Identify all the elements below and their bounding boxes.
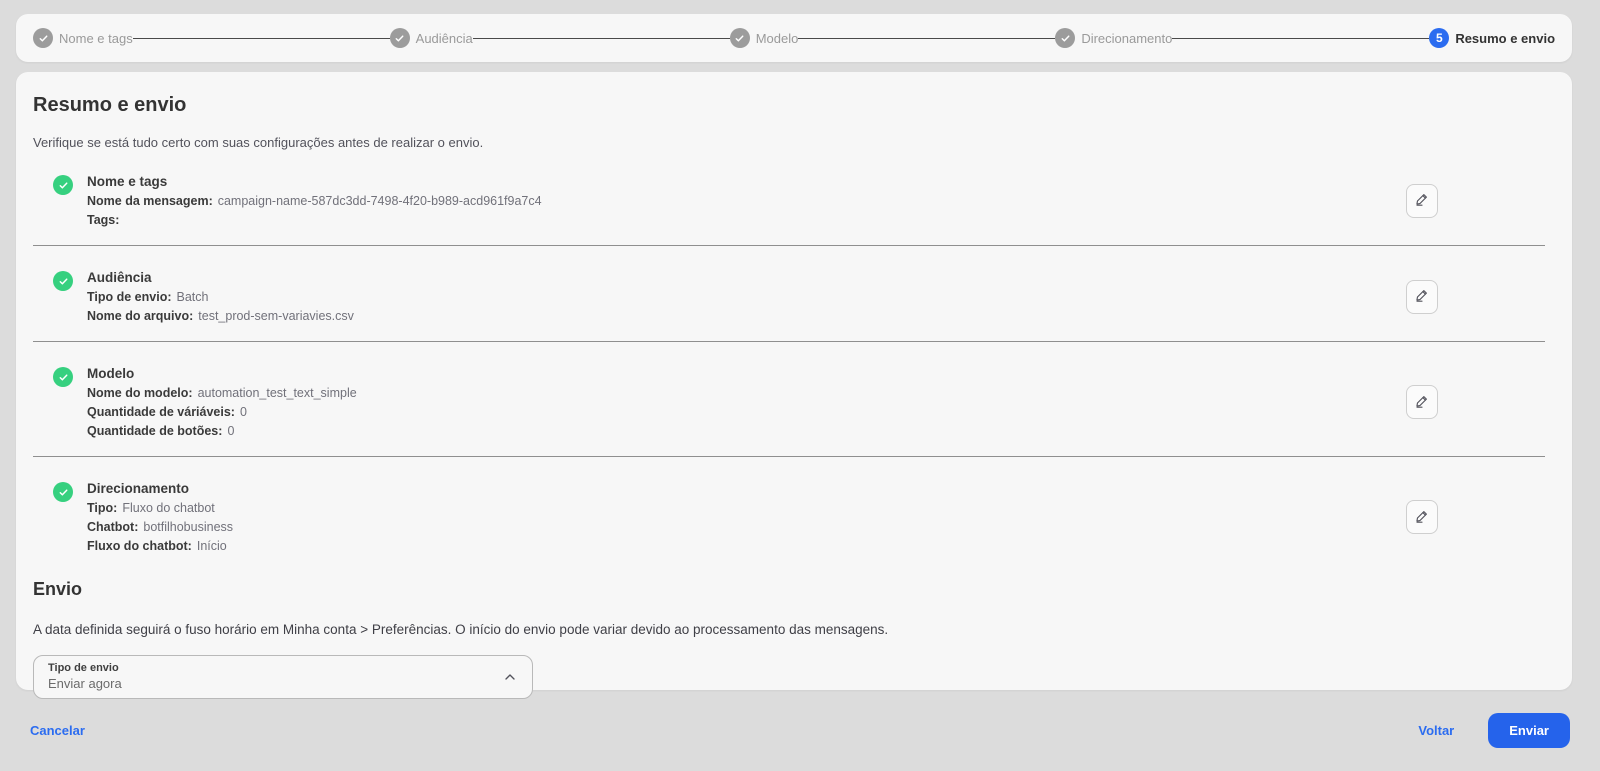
field-value: Batch: [176, 290, 209, 304]
stepper-connector: [1172, 37, 1430, 39]
stepper-step-audiencia[interactable]: Audiência: [389, 28, 473, 48]
step-label: Audiência: [415, 30, 473, 46]
field-label: Nome do arquivo:: [87, 309, 194, 323]
section-divider: [33, 341, 1545, 342]
pencil-icon: [1414, 393, 1430, 412]
step-label: Modelo: [755, 30, 799, 46]
field-label: Quantidade de botões:: [87, 424, 223, 438]
section-title: Modelo: [87, 366, 135, 381]
section-title: Direcionamento: [87, 481, 190, 496]
field-value: botfilhobusiness: [143, 520, 234, 534]
summary-card: Resumo e envio Verifique se está tudo ce…: [16, 72, 1572, 699]
field-label: Fluxo do chatbot:: [87, 539, 192, 553]
pencil-icon: [1414, 287, 1430, 306]
wizard-stepper: Nome e tags Audiência Modelo Direcioname…: [16, 14, 1572, 62]
submit-button[interactable]: Enviar: [1488, 713, 1570, 748]
field-label: Nome do modelo:: [87, 386, 193, 400]
field-value: campaign-name-587dc3dd-7498-4f20-b989-ac…: [217, 194, 542, 208]
field-row: Nome do modelo: automation_test_text_simp…: [87, 386, 1406, 400]
pencil-icon: [1414, 508, 1430, 527]
field-label: Nome da mensagem:: [87, 194, 213, 208]
field-row: Quantidade de váriáveis: 0: [87, 405, 1406, 419]
edit-audiencia-button[interactable]: [1406, 279, 1438, 314]
stepper-step-nome-e-tags[interactable]: Nome e tags: [33, 28, 133, 48]
field-row: Tipo: Fluxo do chatbot: [87, 501, 1406, 515]
section-direcionamento: Direcionamento Tipo: Fluxo do chatbot Cha…: [33, 481, 1555, 553]
section-divider: [33, 456, 1545, 457]
chevron-up-icon: [502, 669, 518, 690]
check-icon: [729, 28, 750, 48]
field-value: test_prod-sem-variavies.csv: [198, 309, 354, 323]
step-number-badge: 5: [1429, 28, 1450, 48]
field-value: 0: [239, 405, 247, 419]
field-label: Chatbot:: [87, 520, 139, 534]
step-label: Resumo e envio: [1455, 30, 1556, 46]
section-nome-e-tags: Nome e tags Nome da mensagem: campaign-na…: [33, 174, 1555, 227]
field-row: Quantidade de botões: 0: [87, 424, 1406, 438]
step-label: Nome e tags: [59, 30, 133, 46]
field-row: Chatbot: botfilhobusiness: [87, 520, 1406, 534]
section-modelo: Modelo Nome do modelo: automation_test_te…: [33, 366, 1555, 438]
field-value: automation_test_text_simple: [197, 386, 357, 400]
pencil-icon: [1414, 191, 1430, 210]
step-label: Direcionamento: [1081, 30, 1173, 46]
envio-note: A data definida seguirá o fuso horário e…: [33, 622, 889, 637]
field-label: Tags:: [87, 213, 120, 227]
field-row: Nome da mensagem: campaign-name-587dc3dd-…: [87, 194, 1406, 208]
check-icon: [53, 175, 73, 195]
section-divider: [33, 245, 1545, 246]
select-value: Enviar agora: [48, 676, 122, 691]
field-row: Fluxo do chatbot: Início: [87, 539, 1406, 553]
section-title: Nome e tags: [87, 174, 168, 189]
check-icon: [389, 28, 410, 48]
wizard-footer: Cancelar Voltar Enviar: [0, 690, 1600, 771]
stepper-step-modelo[interactable]: Modelo: [729, 28, 799, 48]
field-label: Tipo de envio:: [87, 290, 172, 304]
check-icon: [1055, 28, 1076, 48]
field-row: Nome do arquivo: test_prod-sem-variavies.…: [87, 309, 1406, 323]
page-title: Resumo e envio: [33, 94, 187, 116]
field-label: Tipo:: [87, 501, 118, 515]
envio-title: Envio: [33, 579, 83, 599]
field-label: Quantidade de váriáveis:: [87, 405, 235, 419]
edit-direcionamento-button[interactable]: [1406, 500, 1438, 534]
field-row: Tags:: [87, 213, 1406, 227]
stepper-connector: [472, 37, 730, 39]
field-value: Fluxo do chatbot: [122, 501, 215, 515]
edit-nome-e-tags-button[interactable]: [1406, 183, 1438, 218]
field-value: Início: [196, 539, 227, 553]
stepper-connector: [798, 37, 1056, 39]
field-value: 0: [227, 424, 235, 438]
cancel-button[interactable]: Cancelar: [30, 723, 85, 738]
stepper-step-resumo-e-envio[interactable]: 5 Resumo e envio: [1429, 28, 1555, 48]
edit-modelo-button[interactable]: [1406, 385, 1438, 419]
back-button[interactable]: Voltar: [1418, 723, 1454, 738]
check-icon: [53, 271, 73, 291]
select-label: Tipo de envio: [48, 662, 119, 674]
stepper-step-direcionamento[interactable]: Direcionamento: [1055, 28, 1172, 48]
section-audiencia: Audiência Tipo de envio: Batch Nome do ar…: [33, 270, 1555, 323]
check-icon: [53, 367, 73, 387]
field-row: Tipo de envio: Batch: [87, 290, 1406, 304]
section-title: Audiência: [87, 270, 152, 285]
stepper-connector: [132, 37, 390, 39]
check-icon: [53, 482, 73, 502]
page-subtitle: Verifique se está tudo certo com suas co…: [33, 135, 484, 150]
check-icon: [33, 28, 53, 48]
